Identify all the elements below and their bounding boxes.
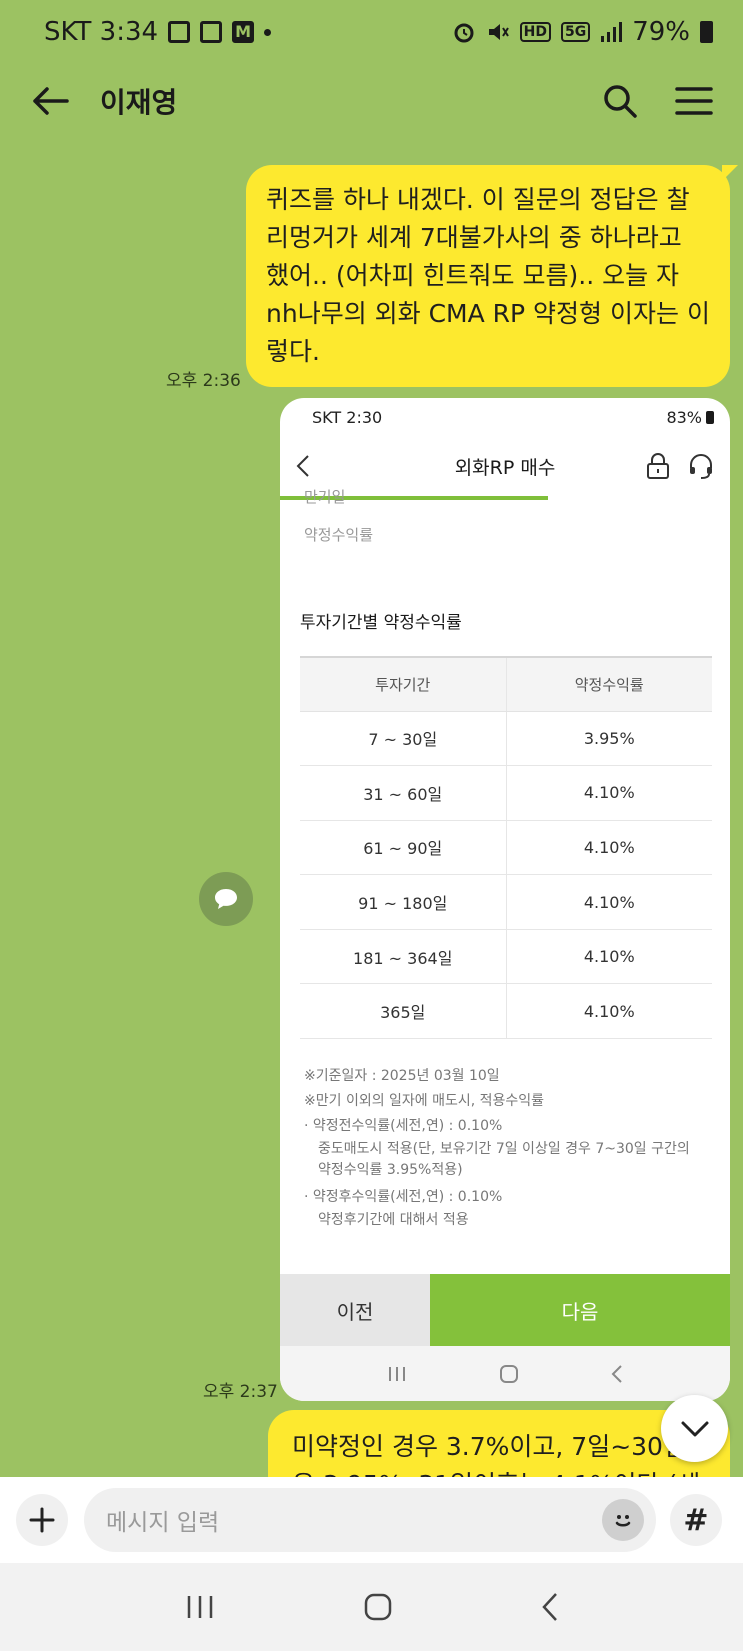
chat-title: 이재영 bbox=[100, 86, 178, 119]
screenshot-buttons: 이전 다음 bbox=[280, 1274, 730, 1346]
notification-dot-icon bbox=[264, 28, 272, 36]
screenshot-battery-icon bbox=[706, 410, 714, 424]
rate-cell: 4.10% bbox=[506, 929, 712, 985]
period-cell: 365일 bbox=[300, 983, 507, 1040]
volte-icon bbox=[200, 21, 223, 43]
table-row: 91 ~ 180일 4.10% bbox=[300, 874, 712, 930]
table-row: 31 ~ 60일 4.10% bbox=[300, 765, 712, 821]
rate-cell: 4.10% bbox=[506, 983, 712, 1040]
note-pre-rate-detail: 중도매도시 적용(단, 보유기간 7일 이상일 경우 7~30일 구간의 약정수… bbox=[318, 1141, 690, 1178]
home-icon bbox=[499, 1364, 518, 1383]
plus-icon bbox=[29, 1507, 55, 1533]
emoji-icon bbox=[615, 1515, 631, 1527]
network-5g-icon: 5G bbox=[560, 22, 591, 42]
notes-block: ※기준일자 : 2025년 03월 10일 ※만기 이외의 일자에 매도시, 적… bbox=[304, 1064, 704, 1231]
note-post-rate-detail: 약정후기간에 대해서 적용 bbox=[318, 1212, 469, 1228]
message-input-bar: 메시지 입력 # bbox=[0, 1477, 743, 1563]
rate-cell: 4.10% bbox=[506, 874, 712, 930]
table-header-row: 투자기간 약정수익률 bbox=[300, 656, 712, 712]
note-pre-rate: · 약정전수익률(세전,연) : 0.10% bbox=[304, 1118, 503, 1134]
screenshot-status-bar: SKT 2:30 83% bbox=[280, 398, 730, 436]
chevron-down-icon bbox=[681, 1421, 708, 1436]
message-time: 오후 2:36 bbox=[166, 371, 241, 391]
next-button: 다음 bbox=[430, 1274, 730, 1346]
table-row: 181 ~ 364일 4.10% bbox=[300, 929, 712, 985]
label-maturity: 만기일 bbox=[304, 488, 346, 506]
table-row: 365일 4.10% bbox=[300, 983, 712, 1040]
home-icon[interactable] bbox=[364, 1593, 392, 1621]
hash-button[interactable]: # bbox=[670, 1494, 722, 1546]
screenshot-header: 외화RP 매수 bbox=[280, 436, 730, 496]
message-text: 퀴즈를 하나 내겠다. 이 질문의 정답은 찰리멍거가 세계 7대불가사의 중 … bbox=[266, 185, 710, 366]
scroll-down-button[interactable] bbox=[661, 1395, 728, 1462]
period-cell: 91 ~ 180일 bbox=[300, 874, 507, 930]
screenshot-nav-bar bbox=[280, 1346, 730, 1401]
battery-percent: 79% bbox=[632, 17, 690, 47]
recents-icon bbox=[388, 1366, 405, 1381]
period-cell: 7 ~ 30일 bbox=[300, 711, 507, 767]
rate-cell: 4.10% bbox=[506, 820, 712, 876]
screenshot-status-time: SKT 2:30 bbox=[312, 407, 383, 427]
note-post-rate: · 약정후수익률(세전,연) : 0.10% bbox=[304, 1189, 503, 1205]
message-bubble-sent[interactable]: 퀴즈를 하나 내겠다. 이 질문의 정답은 찰리멍거가 세계 7대불가사의 중 … bbox=[246, 165, 730, 387]
system-nav-bar bbox=[0, 1563, 743, 1651]
chat-header: 이재영 bbox=[0, 64, 743, 138]
table-header: 약정수익률 bbox=[506, 656, 712, 712]
gallery-icon bbox=[168, 21, 191, 43]
note-base-date: ※기준일자 : 2025년 03월 10일 bbox=[304, 1068, 500, 1084]
period-cell: 61 ~ 90일 bbox=[300, 820, 507, 876]
period-cell: 31 ~ 60일 bbox=[300, 765, 507, 821]
attach-button[interactable] bbox=[16, 1494, 68, 1546]
emoji-button[interactable] bbox=[602, 1499, 644, 1541]
speech-bubble-icon[interactable] bbox=[199, 872, 253, 926]
prev-button: 이전 bbox=[280, 1274, 430, 1346]
alarm-icon bbox=[454, 23, 474, 43]
m-app-icon: M bbox=[232, 21, 255, 43]
table-row: 7 ~ 30일 3.95% bbox=[300, 711, 712, 767]
label-rate: 약정수익률 bbox=[304, 526, 374, 544]
table-header: 투자기간 bbox=[300, 656, 507, 712]
signal-icon bbox=[601, 22, 623, 42]
search-icon[interactable] bbox=[603, 84, 637, 118]
table-row: 61 ~ 90일 4.10% bbox=[300, 820, 712, 876]
rate-cell: 3.95% bbox=[506, 711, 712, 767]
recents-icon[interactable] bbox=[185, 1594, 215, 1620]
back-icon bbox=[611, 1364, 623, 1383]
note-early-sale: ※만기 이외의 일자에 매도시, 적용수익률 bbox=[304, 1093, 545, 1109]
battery-icon bbox=[700, 21, 713, 43]
screenshot-status-battery: 83% bbox=[666, 407, 702, 427]
message-input[interactable]: 메시지 입력 bbox=[84, 1488, 656, 1552]
back-icon[interactable] bbox=[541, 1592, 559, 1622]
menu-icon[interactable] bbox=[675, 86, 713, 116]
section-title: 투자기간별 약정수익률 bbox=[300, 613, 462, 633]
image-time: 오후 2:37 bbox=[203, 1382, 278, 1402]
screenshot-title: 외화RP 매수 bbox=[454, 456, 556, 479]
period-cell: 181 ~ 364일 bbox=[300, 929, 507, 985]
rates-table: 투자기간 약정수익률 7 ~ 30일 3.95% 31 ~ 60일 4.10% 61… bbox=[300, 656, 712, 1040]
hd-voice-icon: HD bbox=[519, 22, 551, 42]
back-arrow-icon[interactable] bbox=[30, 81, 70, 121]
status-time: SKT 3:34 bbox=[44, 17, 159, 47]
mute-icon bbox=[488, 24, 509, 40]
rate-cell: 4.10% bbox=[506, 765, 712, 821]
message-input-placeholder: 메시지 입력 bbox=[106, 1510, 220, 1536]
shared-screenshot-image[interactable]: SKT 2:30 83% 외화RP 매수 만기일 약정수익률 투자기간별 약정수… bbox=[280, 398, 730, 1401]
status-bar: SKT 3:34 M HD 5G 79% bbox=[0, 0, 743, 64]
